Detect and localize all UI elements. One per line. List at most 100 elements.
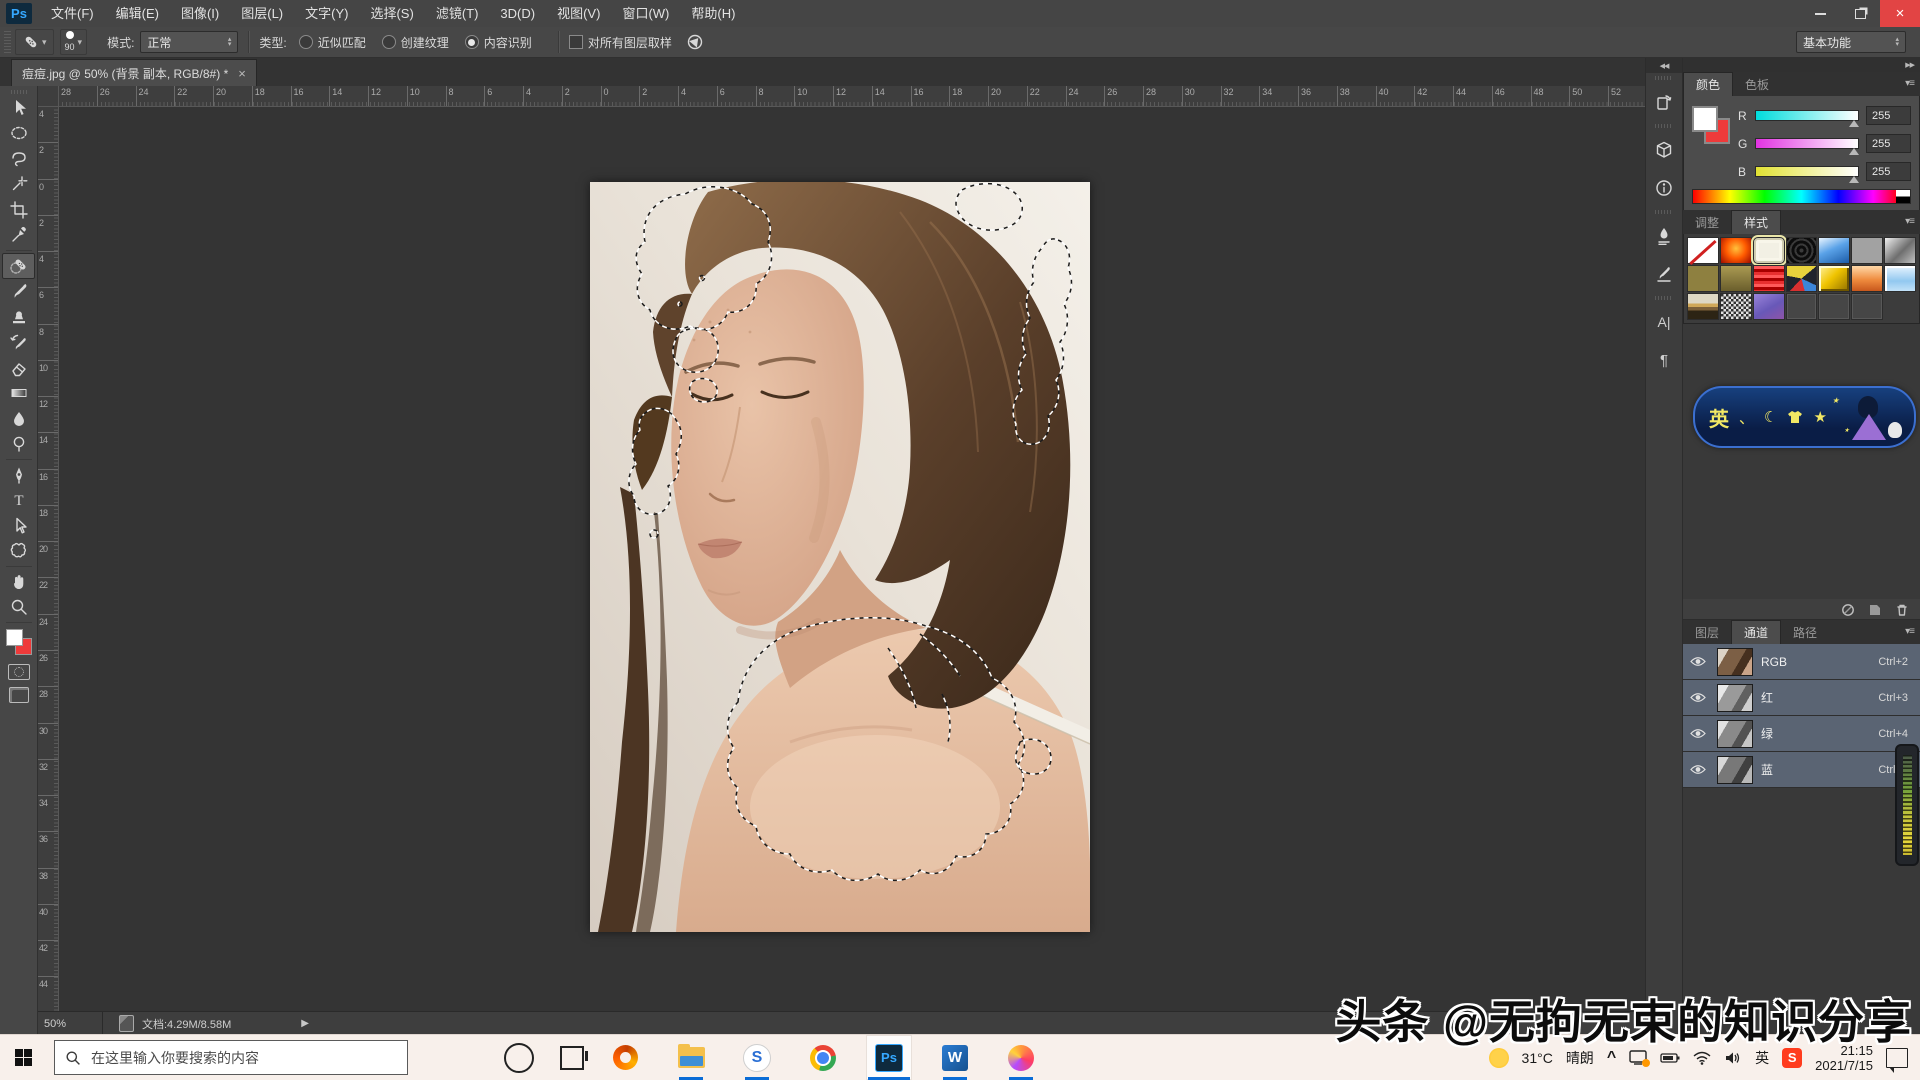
style-swatch[interactable] — [1719, 237, 1752, 264]
taskbar-app-photoshop[interactable]: Ps — [866, 1035, 912, 1080]
type-radio[interactable]: 近似匹配 — [298, 34, 366, 51]
color-spectrum-ramp[interactable] — [1692, 189, 1911, 204]
visibility-eye-icon[interactable] — [1687, 728, 1709, 739]
panel-menu-icon[interactable]: ▾≡ — [1905, 216, 1915, 227]
taskbar-app-chrome[interactable] — [800, 1035, 846, 1080]
history-brush-tool[interactable] — [2, 330, 35, 356]
tablet-pressure-icon[interactable] — [686, 33, 706, 51]
ime-indicator[interactable]: 英 — [1755, 1048, 1769, 1068]
panel-tab[interactable]: 图层 — [1683, 621, 1731, 644]
menu-item[interactable]: 窗口(W) — [611, 0, 680, 27]
slider-thumb[interactable] — [1849, 148, 1859, 155]
clone-stamp-tool[interactable] — [2, 304, 35, 330]
weather-sun-icon[interactable] — [1488, 1047, 1509, 1068]
slider-value-field[interactable]: 255 — [1866, 106, 1911, 125]
style-swatch[interactable] — [1851, 293, 1884, 320]
slider-value-field[interactable]: 255 — [1866, 134, 1911, 153]
task-view-button[interactable] — [560, 1045, 588, 1070]
status-expand-arrow[interactable]: ▶ — [301, 1018, 309, 1029]
style-swatch[interactable] — [1687, 265, 1719, 292]
prohibit-icon[interactable] — [1841, 603, 1856, 616]
gradient-tool[interactable] — [2, 381, 35, 407]
new-item-icon[interactable] — [1868, 603, 1883, 616]
menu-item[interactable]: 文字(Y) — [294, 0, 359, 27]
menu-item[interactable]: 文件(F) — [40, 0, 105, 27]
moon-icon[interactable]: ☾ — [1764, 408, 1777, 426]
crop-tool[interactable] — [2, 197, 35, 223]
panel-tab[interactable]: 调整 — [1683, 211, 1731, 234]
style-swatch[interactable] — [1818, 293, 1851, 320]
foreground-color-swatch[interactable] — [1692, 106, 1718, 132]
style-swatch[interactable] — [1818, 265, 1851, 292]
active-tool-preset[interactable]: ▾ — [15, 29, 54, 55]
style-swatch[interactable] — [1719, 293, 1752, 320]
slider-track[interactable] — [1755, 110, 1859, 127]
lasso-tool[interactable] — [2, 146, 35, 172]
style-swatch[interactable] — [1785, 293, 1818, 320]
style-swatch[interactable] — [1884, 237, 1916, 264]
visibility-eye-icon[interactable] — [1687, 764, 1709, 775]
pasteboard[interactable] — [58, 106, 1645, 1012]
path-selection-tool[interactable] — [2, 513, 35, 539]
type-tool[interactable]: T — [2, 488, 35, 514]
style-swatch[interactable] — [1752, 293, 1785, 320]
menu-item[interactable]: 视图(V) — [546, 0, 611, 27]
style-swatch[interactable] — [1785, 265, 1818, 292]
ime-skin-banner[interactable]: 英 、 ☾ ★ ★ ★ — [1693, 386, 1916, 448]
menu-item[interactable]: 选择(S) — [359, 0, 424, 27]
slider-value-field[interactable]: 255 — [1866, 162, 1911, 181]
style-swatch[interactable] — [1687, 237, 1719, 264]
channel-row[interactable]: 绿 Ctrl+4 — [1683, 716, 1920, 752]
menu-item[interactable]: 滤镜(T) — [425, 0, 490, 27]
close-tab-icon[interactable]: × — [238, 66, 246, 81]
mode-dropdown[interactable]: 正常 ▴ ▾ — [140, 31, 239, 53]
channel-row[interactable]: 蓝 Ctrl+5 — [1683, 752, 1920, 788]
style-swatch[interactable] — [1818, 237, 1851, 264]
visibility-eye-icon[interactable] — [1687, 656, 1709, 667]
visibility-eye-icon[interactable] — [1687, 692, 1709, 703]
brush-size-picker[interactable]: 90 ▾ — [59, 29, 88, 55]
style-swatch[interactable] — [1851, 237, 1884, 264]
panel-tab[interactable]: 路径 — [1781, 621, 1829, 644]
document-tab[interactable]: 痘痘.jpg @ 50% (背景 副本, RGB/8#) * × — [11, 59, 257, 86]
restore-button[interactable] — [1840, 0, 1880, 27]
custom-shape-tool[interactable] — [2, 539, 35, 565]
magic-wand-tool[interactable] — [2, 172, 35, 198]
menu-item[interactable]: 图层(L) — [230, 0, 294, 27]
sample-all-layers-checkbox[interactable]: 对所有图层取样 — [568, 34, 672, 51]
ime-punct-icon[interactable]: 、 — [1739, 407, 1754, 428]
foreground-background-colors[interactable] — [1692, 106, 1730, 144]
star-icon[interactable]: ★ — [1813, 408, 1826, 426]
collapse-panels-button[interactable]: ◀◀ — [1646, 58, 1682, 73]
trash-icon[interactable] — [1895, 603, 1910, 616]
channel-row[interactable]: RGB Ctrl+2 — [1683, 644, 1920, 680]
blur-tool[interactable] — [2, 406, 35, 432]
3d-panel-icon[interactable] — [1647, 131, 1681, 169]
slider-track[interactable] — [1755, 138, 1859, 155]
move-tool[interactable] — [2, 95, 35, 121]
zoom-level-field[interactable]: 50% — [38, 1012, 103, 1035]
zoom-tool[interactable] — [2, 595, 35, 621]
style-swatch[interactable] — [1851, 265, 1884, 292]
hand-tool[interactable] — [2, 569, 35, 595]
taskbar-app-explorer[interactable] — [668, 1035, 714, 1080]
volume-icon[interactable] — [1724, 1051, 1742, 1065]
style-swatch[interactable] — [1752, 265, 1785, 292]
menu-item[interactable]: 3D(D) — [489, 0, 546, 27]
style-swatch[interactable] — [1750, 235, 1787, 266]
style-swatch[interactable] — [1884, 293, 1916, 320]
ime-mode-label[interactable]: 英 — [1709, 403, 1729, 432]
character-panel-icon[interactable]: A| — [1647, 303, 1681, 341]
panel-menu-icon[interactable]: ▾≡ — [1905, 626, 1915, 637]
panel-tab[interactable]: 颜色 — [1683, 72, 1734, 96]
wifi-icon[interactable] — [1693, 1051, 1711, 1065]
brush-settings-panel-icon[interactable] — [1647, 255, 1681, 293]
slider-track[interactable] — [1755, 166, 1859, 183]
pen-tool[interactable] — [2, 462, 35, 488]
taskbar-app-firefox[interactable] — [998, 1035, 1044, 1080]
panel-tab[interactable]: 色板 — [1733, 73, 1781, 96]
sogou-input-icon[interactable]: S — [1782, 1047, 1803, 1068]
marquee-tool[interactable] — [2, 121, 35, 147]
cortana-button[interactable] — [504, 1042, 534, 1073]
weather-condition[interactable]: 晴朗 — [1566, 1048, 1594, 1068]
